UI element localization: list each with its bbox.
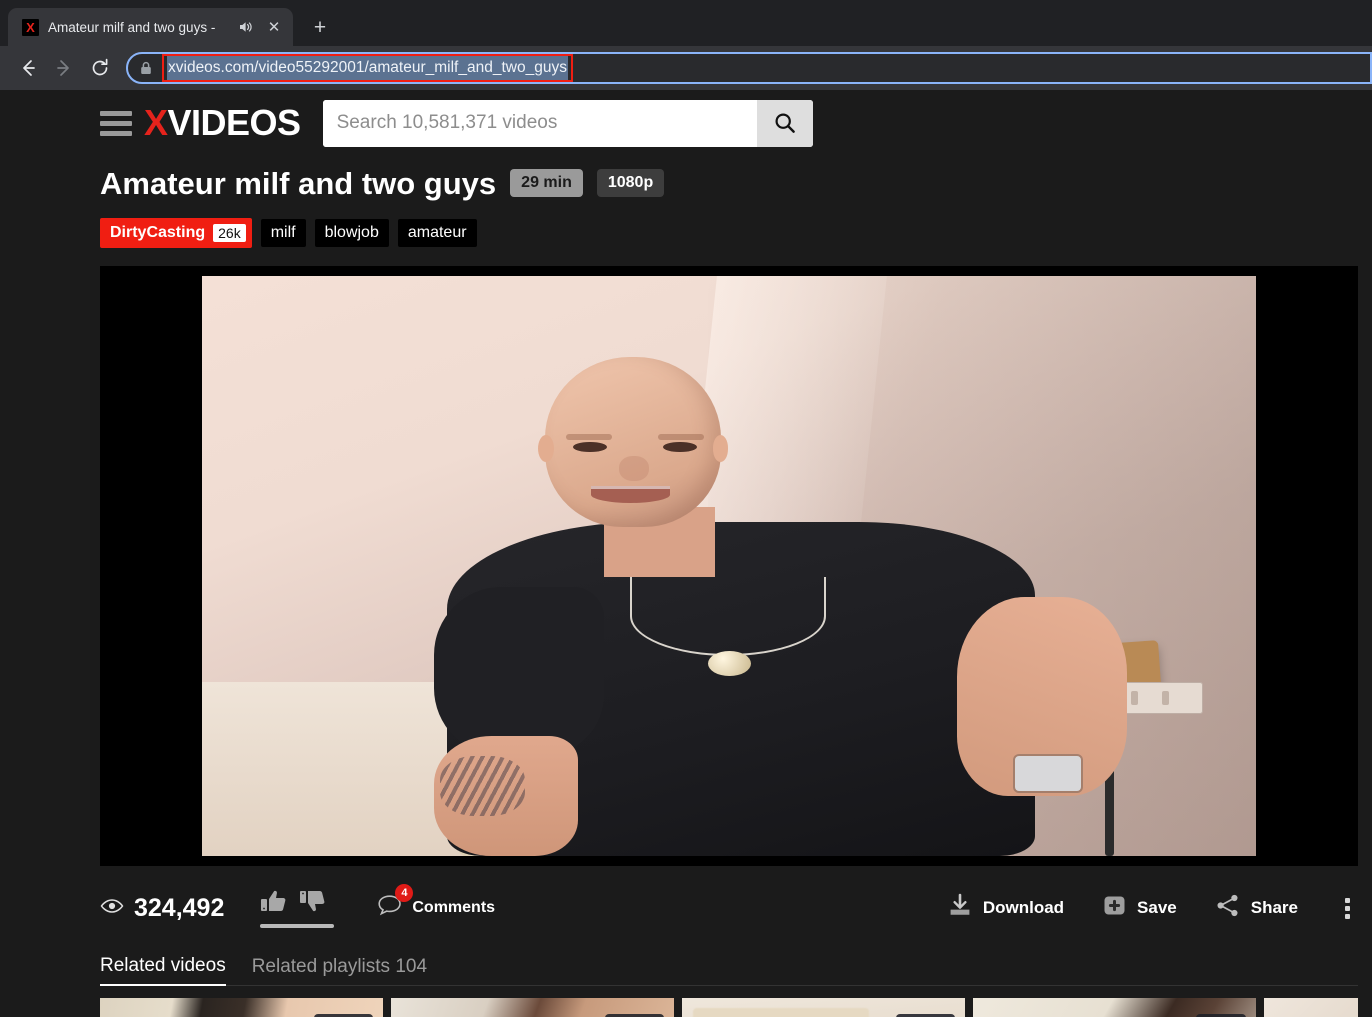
- video-player[interactable]: [100, 266, 1358, 866]
- subject-brow: [566, 433, 612, 441]
- related-video-thumbnail[interactable]: [1264, 998, 1358, 1017]
- search-input[interactable]: [322, 99, 757, 147]
- hamburger-bar: [100, 120, 132, 126]
- download-label: Download: [982, 898, 1065, 917]
- kebab-dot: [1344, 913, 1350, 919]
- browser-window: X Amateur milf and two guys - ✕ + xvideo…: [0, 0, 1372, 1017]
- subject-nose: [619, 455, 650, 481]
- related-video-thumbnail[interactable]: 1080p: [100, 998, 383, 1017]
- kebab-dot: [1344, 897, 1350, 903]
- thumbs-up-icon[interactable]: [260, 888, 287, 919]
- close-icon[interactable]: ✕: [263, 16, 285, 38]
- speaker-icon[interactable]: [236, 18, 254, 36]
- related-videos-row: 1080p 1080p 1080p: [100, 998, 1358, 1017]
- save-button[interactable]: Save: [1102, 893, 1177, 923]
- quality-badge: 1080p: [596, 169, 665, 197]
- tab-strip: X Amateur milf and two guys - ✕ +: [0, 0, 1372, 46]
- forward-arrow-icon[interactable]: [46, 50, 82, 86]
- subject-eye: [663, 441, 697, 453]
- download-icon: [947, 893, 973, 923]
- duration-badge: 29 min: [510, 169, 583, 197]
- related-video-thumbnail[interactable]: 360p: [973, 998, 1256, 1017]
- tag-list: DirtyCasting 26k milf blowjob amateur: [100, 217, 1358, 248]
- hamburger-bar: [100, 130, 132, 136]
- subject-eye: [573, 441, 607, 453]
- browser-tab[interactable]: X Amateur milf and two guys - ✕: [8, 8, 293, 46]
- video-subject: [433, 357, 1127, 856]
- rating-bar: [260, 924, 335, 928]
- lock-icon[interactable]: [132, 54, 160, 82]
- tag-amateur[interactable]: amateur: [397, 218, 477, 247]
- comments-button[interactable]: 4 Comments: [376, 884, 496, 923]
- page-viewport: XVIDEOS Amateur milf and two guys 29 min: [0, 90, 1372, 1017]
- tag-dirtycasting[interactable]: DirtyCasting 26k: [100, 217, 252, 248]
- share-icon: [1215, 893, 1241, 923]
- tag-blowjob[interactable]: blowjob: [314, 218, 389, 247]
- search-button[interactable]: [756, 99, 813, 147]
- site-logo[interactable]: XVIDEOS: [144, 102, 301, 144]
- subject-watch: [1015, 756, 1081, 792]
- related-video-thumbnail[interactable]: 1080p: [391, 998, 674, 1017]
- reload-icon[interactable]: [82, 50, 118, 86]
- save-plus-icon: [1102, 893, 1127, 923]
- subject-brow: [657, 433, 704, 441]
- page-title: Amateur milf and two guys: [100, 165, 497, 201]
- socket-slot: [1131, 690, 1139, 705]
- tag-count: 26k: [213, 223, 246, 242]
- thumb-shape: [693, 1007, 869, 1017]
- video-frame: [202, 276, 1256, 856]
- rating-group: [260, 886, 335, 930]
- thumbs-down-icon[interactable]: [299, 888, 326, 919]
- page-content: XVIDEOS Amateur milf and two guys 29 min: [100, 90, 1358, 1017]
- eye-icon: [100, 897, 124, 920]
- hamburger-menu-icon[interactable]: [100, 110, 140, 136]
- comments-count-badge: 4: [395, 884, 414, 902]
- favicon-letter: X: [26, 19, 35, 35]
- video-title-row: Amateur milf and two guys 29 min 1080p: [100, 164, 1358, 202]
- url-text[interactable]: xvideos.com/video55292001/amateur_milf_a…: [167, 56, 568, 80]
- subject-ear: [537, 435, 554, 463]
- related-video-thumbnail[interactable]: 1080p: [682, 998, 965, 1017]
- tab-favicon-icon: X: [22, 18, 39, 36]
- address-bar[interactable]: xvideos.com/video55292001/amateur_milf_a…: [126, 52, 1372, 84]
- tab-related-playlists[interactable]: Related playlists 104: [252, 957, 427, 985]
- subject-mouth: [590, 486, 671, 504]
- new-tab-button[interactable]: +: [303, 10, 337, 44]
- comments-label: Comments: [412, 899, 496, 916]
- search-icon: [775, 113, 795, 133]
- video-action-bar: 324,492 4 Comments Download Save Share: [100, 882, 1358, 934]
- subject-sleeve: [433, 586, 604, 757]
- save-label: Save: [1137, 898, 1177, 917]
- socket-slot: [1161, 690, 1169, 705]
- tab-title: Amateur milf and two guys -: [48, 19, 216, 35]
- browser-toolbar: xvideos.com/video55292001/amateur_milf_a…: [0, 46, 1372, 90]
- subject-tattoo: [440, 756, 526, 817]
- rating-buttons: [260, 886, 334, 919]
- thumbnail-image: [1264, 998, 1358, 1017]
- back-arrow-icon[interactable]: [10, 50, 46, 86]
- subject-ear: [712, 435, 729, 463]
- view-count: 324,492: [134, 893, 225, 922]
- subject-necklace: [629, 576, 826, 657]
- search-box: [322, 99, 813, 147]
- related-tabs: Related videos Related playlists 104: [100, 946, 1358, 986]
- tab-related-videos[interactable]: Related videos: [100, 956, 226, 986]
- kebab-dot: [1344, 905, 1350, 911]
- share-label: Share: [1250, 898, 1298, 917]
- tag-milf[interactable]: milf: [260, 218, 306, 247]
- view-count-group: 324,492: [100, 893, 225, 922]
- logo-accent: X: [144, 102, 168, 143]
- url-highlight-annotation: xvideos.com/video55292001/amateur_milf_a…: [162, 54, 573, 82]
- subject-head: [537, 357, 729, 527]
- logo-rest: VIDEOS: [167, 102, 302, 143]
- download-button[interactable]: Download: [947, 893, 1064, 923]
- tag-label: DirtyCasting: [110, 223, 206, 241]
- kebab-menu-icon[interactable]: [1336, 897, 1358, 919]
- hamburger-bar: [100, 110, 132, 116]
- share-button[interactable]: Share: [1215, 893, 1298, 923]
- site-header: XVIDEOS: [100, 90, 1358, 150]
